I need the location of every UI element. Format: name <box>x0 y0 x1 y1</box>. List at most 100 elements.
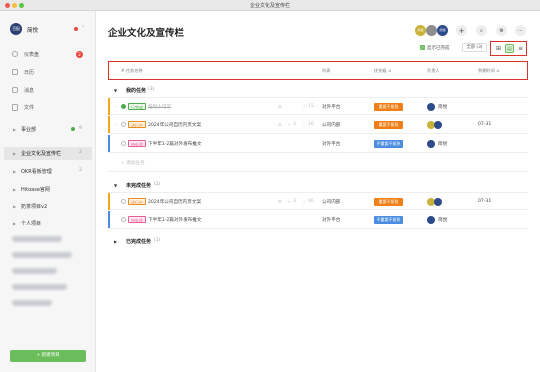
description-icon: ☰ <box>278 104 282 109</box>
priority-badge[interactable]: 不重要不紧急 <box>374 140 403 148</box>
show-done-label[interactable]: 显示已完成 <box>427 45 450 51</box>
due-date[interactable]: 07-31 <box>478 122 491 127</box>
caret-down-icon[interactable]: ▼ <box>114 88 117 93</box>
priority-badge[interactable]: 重要不紧急 <box>374 198 403 206</box>
column-header-priority[interactable]: 优先级 ≎ <box>374 68 391 74</box>
project-item-label[interactable]: 个人项目 <box>21 220 41 227</box>
page-title: 企业文化及宣传栏 <box>108 28 185 39</box>
group-title[interactable]: 已完成任务 <box>126 238 151 245</box>
status-badge: 待处理 <box>128 140 146 147</box>
description-icon: ☰ <box>278 122 282 127</box>
table-row[interactable]: › 进行中 2024年公司自历内页文案 ☰ ⑂ 3 ◌ 16 公司内部 重要不紧… <box>108 116 528 134</box>
row-color-bar <box>108 211 110 228</box>
project-count: 9 <box>79 126 82 131</box>
table-row[interactable]: 待处理 下半年1-2篇对外发布推文 对外平台 不重要不紧急 简悦 <box>108 135 528 153</box>
table-row[interactable]: 待处理 下半年1-2篇对外发布推文 对外平台 不重要不紧急 简悦 <box>108 211 528 229</box>
filter-dropdown[interactable]: 全部 (3) <box>462 43 487 52</box>
nav-dashboard-label: 仪表盘 <box>24 52 40 58</box>
blurred-project-item[interactable] <box>12 284 67 290</box>
task-title[interactable]: 临时小可可 <box>148 104 171 110</box>
task-list[interactable]: 对外平台 <box>322 217 340 223</box>
description-icon: ☰ <box>278 199 282 204</box>
add-task-button[interactable]: + 添加任务 <box>121 160 145 166</box>
assignee-avatar <box>427 140 435 148</box>
caret-down-icon[interactable]: ▼ <box>114 183 117 188</box>
comment-count: 16 <box>308 199 314 204</box>
table-header-highlight <box>108 61 528 80</box>
search-icon[interactable]: ⌕ <box>476 25 487 36</box>
column-header-list[interactable]: 列表 <box>322 68 330 74</box>
due-date[interactable]: 07-31 <box>478 199 491 204</box>
assignee-name[interactable]: 简悦 <box>438 104 447 110</box>
nav-calendar-label: 日历 <box>24 70 35 76</box>
task-title[interactable]: 下半年1-2篇对外发布推文 <box>148 217 201 223</box>
task-list[interactable]: 对外平台 <box>322 141 340 147</box>
column-header-due[interactable]: 到期时间 ≎ <box>478 68 500 74</box>
project-item-label[interactable]: Hitoase官网 <box>21 186 50 193</box>
task-title[interactable]: 2024年公司自历内页文案 <box>148 122 201 128</box>
project-count: 2 <box>79 150 82 155</box>
team-name[interactable]: 简悦 <box>27 26 38 34</box>
comment-icon: ◌ <box>303 122 307 127</box>
assignee-name[interactable]: 简悦 <box>438 141 447 147</box>
window-title: 企业文化及宣传栏 <box>249 3 290 9</box>
status-dot-icon <box>71 127 75 131</box>
show-done-checkbox[interactable]: ✓ <box>420 45 425 50</box>
task-done-checkbox[interactable] <box>121 104 126 109</box>
more-icon[interactable]: ⋯ <box>515 25 526 36</box>
task-title[interactable]: 下半年1-2篇对外发布推文 <box>148 141 201 147</box>
task-list[interactable]: 对外平台 <box>322 104 340 110</box>
nav-messages-label: 消息 <box>24 88 35 94</box>
board-view-icon[interactable]: ⊞ <box>494 44 503 53</box>
priority-badge[interactable]: 重要不紧急 <box>374 121 403 129</box>
row-color-bar <box>108 135 110 152</box>
project-item-label[interactable]: OKR看板管理 <box>21 168 52 175</box>
task-checkbox[interactable] <box>121 122 126 127</box>
column-header-task[interactable]: # 任务名称 <box>121 68 143 74</box>
project-item-label[interactable]: 事业部 <box>21 126 36 133</box>
blurred-project-item[interactable] <box>12 268 57 274</box>
notification-dot-icon <box>74 27 78 31</box>
team-avatar[interactable]: 百配 <box>10 23 22 35</box>
row-color-bar <box>108 193 110 210</box>
table-view-icon[interactable]: ▤ <box>505 44 514 53</box>
project-item-label[interactable]: 奶茶项目v2 <box>21 203 47 210</box>
status-badge: 进行中 <box>128 198 146 205</box>
blurred-project-item[interactable] <box>12 236 62 242</box>
settings-icon[interactable]: ⚙ <box>496 25 507 36</box>
task-list[interactable]: 公司内部 <box>322 122 340 128</box>
add-task-row[interactable]: + 添加任务 <box>108 154 528 172</box>
drag-handle-icon[interactable]: › <box>115 104 117 109</box>
calendar-icon <box>12 69 18 75</box>
column-header-assignee[interactable]: 负责人 <box>427 68 440 74</box>
assignee-avatar <box>427 103 435 111</box>
message-icon <box>12 87 18 93</box>
task-title[interactable]: 2024年公司自历内页文案 <box>148 199 201 205</box>
table-row[interactable]: › 已完成 临时小可可 ☰ ◌ 15 对外平台 重要不紧急 简悦 <box>108 97 528 115</box>
group-count: (3) <box>148 87 155 92</box>
new-project-button[interactable]: + 新建项目 <box>10 350 86 362</box>
assignee-name[interactable]: 简悦 <box>438 217 447 223</box>
group-count: (2) <box>154 182 161 187</box>
add-member-icon[interactable]: + <box>456 25 467 36</box>
member-avatar[interactable] <box>426 25 437 36</box>
list-view-icon[interactable]: ≡ <box>516 44 525 53</box>
caret-right-icon[interactable]: ▶ <box>114 239 117 244</box>
member-avatar[interactable]: 简悦 <box>437 25 448 36</box>
blurred-project-item[interactable] <box>12 252 72 258</box>
task-list[interactable]: 公司内部 <box>322 199 340 205</box>
drag-handle-icon[interactable]: › <box>115 122 117 127</box>
chevron-updown-icon[interactable]: ⌃ <box>81 25 85 31</box>
blurred-project-item[interactable] <box>12 300 52 306</box>
task-checkbox[interactable] <box>121 217 126 222</box>
group-title: 未完成任务 <box>126 183 152 189</box>
window-titlebar: 企业文化及宣传栏 <box>0 0 540 11</box>
task-checkbox[interactable] <box>121 141 126 146</box>
member-avatar[interactable]: 简悦 <box>415 25 426 36</box>
priority-badge[interactable]: 重要不紧急 <box>374 103 403 111</box>
file-icon <box>12 104 18 111</box>
priority-badge[interactable]: 不重要不紧急 <box>374 216 403 224</box>
task-checkbox[interactable] <box>121 199 126 204</box>
caret-right-icon: ▶ <box>13 221 17 226</box>
table-row[interactable]: 进行中 2024年公司自历内页文案 ☰ ⑂ 3 ◌ 16 公司内部 重要不紧急 … <box>108 192 528 210</box>
